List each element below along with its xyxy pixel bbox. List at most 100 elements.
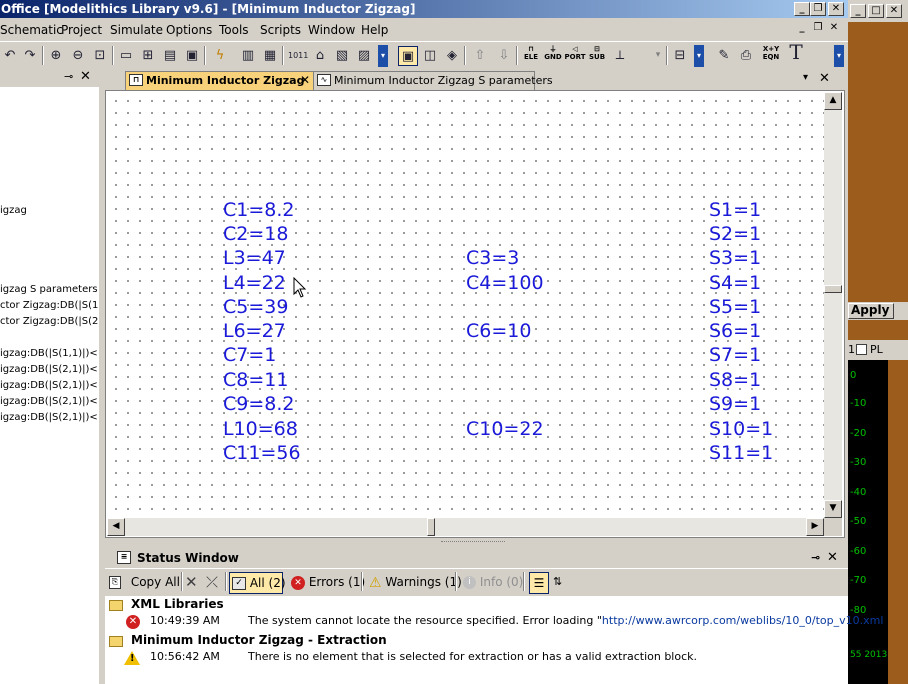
param-text[interactable]: S10=1: [709, 418, 773, 440]
tree-item[interactable]: igzag S parameters: [0, 284, 98, 295]
print-icon[interactable]: ⎙: [736, 46, 756, 66]
schematic-canvas[interactable]: C1=8.2 C2=18 L3=47 L4=22 C5=39 L6=27 C7=…: [105, 90, 845, 538]
status-message[interactable]: The system cannot locate the resource sp…: [248, 614, 888, 627]
bg-maximize-button[interactable]: □: [868, 4, 884, 18]
scroll-up-icon[interactable]: ▲: [824, 92, 842, 110]
menu-help[interactable]: Help: [361, 23, 388, 37]
menu-scripts[interactable]: Scripts: [260, 23, 301, 37]
param-text[interactable]: C2=18: [223, 223, 288, 245]
param-text[interactable]: L6=27: [223, 320, 286, 342]
status-message[interactable]: There is no element that is selected for…: [248, 650, 697, 663]
add-element-icon[interactable]: ⊞: [138, 46, 158, 66]
restore-button[interactable]: ❐: [810, 2, 826, 16]
zoom-out-icon[interactable]: ⊖: [68, 46, 88, 66]
param-text[interactable]: C7=1: [223, 344, 276, 366]
tab-close-icon[interactable]: ✕: [300, 72, 310, 89]
move-up-icon[interactable]: ⇧: [470, 46, 490, 66]
tree-item[interactable]: ctor Zigzag:DB(|S(1,1: [0, 300, 99, 311]
equation-button[interactable]: X+Y EQN: [760, 45, 782, 67]
param-text[interactable]: C9=8.2: [223, 393, 295, 415]
filter-warnings-button[interactable]: ⚠ Warnings (1): [369, 572, 462, 594]
param-text[interactable]: L3=47: [223, 247, 286, 269]
apply-button[interactable]: Apply: [848, 303, 894, 319]
tree-item[interactable]: igzag:DB(|S(2,1)|)<: [0, 412, 98, 423]
tree-item[interactable]: igzag:DB(|S(1,1)|)<: [0, 348, 98, 359]
param-text[interactable]: C3=3: [466, 247, 519, 269]
tree-item[interactable]: igzag:DB(|S(2,1)|)<: [0, 396, 98, 407]
schematic-view-icon[interactable]: ▣: [398, 46, 418, 66]
redo-icon[interactable]: ↷: [20, 46, 40, 66]
pl-checkbox[interactable]: [856, 344, 867, 355]
tune-icon[interactable]: ▥: [238, 46, 258, 66]
text-icon[interactable]: T: [786, 42, 806, 63]
tree-item[interactable]: igzag:DB(|S(2,1)|)<: [0, 380, 98, 391]
add-graph-icon[interactable]: ▤: [160, 46, 180, 66]
binary-icon[interactable]: 1011: [288, 46, 308, 66]
param-text[interactable]: S4=1: [709, 272, 761, 294]
menu-project[interactable]: Project: [61, 23, 102, 37]
status-pin-icon[interactable]: ⊸: [811, 548, 820, 568]
home-icon[interactable]: ⌂: [310, 46, 330, 66]
copy-all-button[interactable]: ⎘ Copy All: [109, 572, 180, 594]
param-text[interactable]: S2=1: [709, 223, 761, 245]
mdi-close-button[interactable]: ✕: [826, 22, 842, 36]
param-text[interactable]: L4=22: [223, 272, 286, 294]
element-button[interactable]: ⊓ ELE: [520, 45, 542, 67]
menu-window[interactable]: Window: [308, 23, 355, 37]
minimize-button[interactable]: _: [794, 2, 810, 16]
horizontal-scroll-thumb[interactable]: [427, 518, 435, 536]
param-text[interactable]: C8=11: [223, 369, 288, 391]
3d-view-icon[interactable]: ◈: [442, 46, 462, 66]
bg-close-button[interactable]: ✕: [886, 4, 902, 18]
param-text[interactable]: C4=100: [466, 272, 544, 294]
dropdown-icon[interactable]: ▾: [648, 46, 668, 66]
clear-selected-icon[interactable]: ⤫: [206, 572, 218, 594]
scroll-left-icon[interactable]: ◀: [107, 518, 125, 536]
pin-icon[interactable]: ⊸: [64, 70, 73, 83]
status-group-name[interactable]: XML Libraries: [131, 597, 224, 611]
panel-close-icon[interactable]: ✕: [80, 69, 91, 84]
clear-icon[interactable]: ✕: [185, 572, 198, 594]
param-text[interactable]: C6=10: [466, 320, 531, 342]
tab-schematic[interactable]: ⊓ Minimum Inductor Zigzag ✕: [125, 71, 315, 90]
annotate-icon[interactable]: ⊟: [670, 46, 690, 66]
ground-button[interactable]: ⏚ GND: [542, 45, 564, 67]
param-text[interactable]: S11=1: [709, 442, 773, 464]
horizontal-scrollbar[interactable]: ◀ ▶: [107, 518, 824, 536]
vertical-scroll-thumb[interactable]: [824, 285, 842, 293]
simulate-icon[interactable]: ϟ: [210, 46, 230, 66]
tab-list-icon[interactable]: ▾: [803, 72, 808, 83]
status-splitter[interactable]: [105, 538, 848, 548]
param-text[interactable]: S7=1: [709, 344, 761, 366]
grid-icon[interactable]: ▧: [332, 46, 352, 66]
bg-minimize-button[interactable]: _: [850, 4, 866, 18]
status-group-name[interactable]: Minimum Inductor Zigzag - Extraction: [131, 633, 387, 647]
toolbar-overflow-2-icon[interactable]: ▾: [694, 45, 704, 67]
toolbar-overflow-3-icon[interactable]: ▾: [834, 45, 844, 67]
param-text[interactable]: S5=1: [709, 296, 761, 318]
menu-tools[interactable]: Tools: [219, 23, 249, 37]
document-close-icon[interactable]: ✕: [819, 71, 830, 86]
param-text[interactable]: C10=22: [466, 418, 544, 440]
param-text[interactable]: L10=68: [223, 418, 298, 440]
param-text[interactable]: S3=1: [709, 247, 761, 269]
move-down-icon[interactable]: ⇩: [494, 46, 514, 66]
probe-icon[interactable]: ✎: [714, 46, 734, 66]
tab-s-parameters[interactable]: ∿ Minimum Inductor Zigzag S parameters: [313, 71, 553, 90]
close-button[interactable]: ✕: [828, 2, 844, 16]
menu-simulate[interactable]: Simulate: [110, 23, 163, 37]
optimize-icon[interactable]: ▦: [260, 46, 280, 66]
param-text[interactable]: C5=39: [223, 296, 288, 318]
param-text[interactable]: S6=1: [709, 320, 761, 342]
tree-item[interactable]: igzag:DB(|S(2,1)|)<: [0, 364, 98, 375]
param-text[interactable]: S9=1: [709, 393, 761, 415]
tree-item[interactable]: igzag: [0, 205, 27, 216]
add-measurement-icon[interactable]: ▣: [182, 46, 202, 66]
vertical-scrollbar[interactable]: ▲ ▼: [824, 92, 842, 518]
param-text[interactable]: C11=56: [223, 442, 301, 464]
new-schematic-icon[interactable]: ▭: [116, 46, 136, 66]
mdi-restore-button[interactable]: ❐: [810, 22, 826, 36]
port-button[interactable]: ◁ PORT: [564, 45, 586, 67]
param-text[interactable]: S1=1: [709, 199, 761, 221]
menu-schematic[interactable]: Schematic: [0, 23, 63, 37]
